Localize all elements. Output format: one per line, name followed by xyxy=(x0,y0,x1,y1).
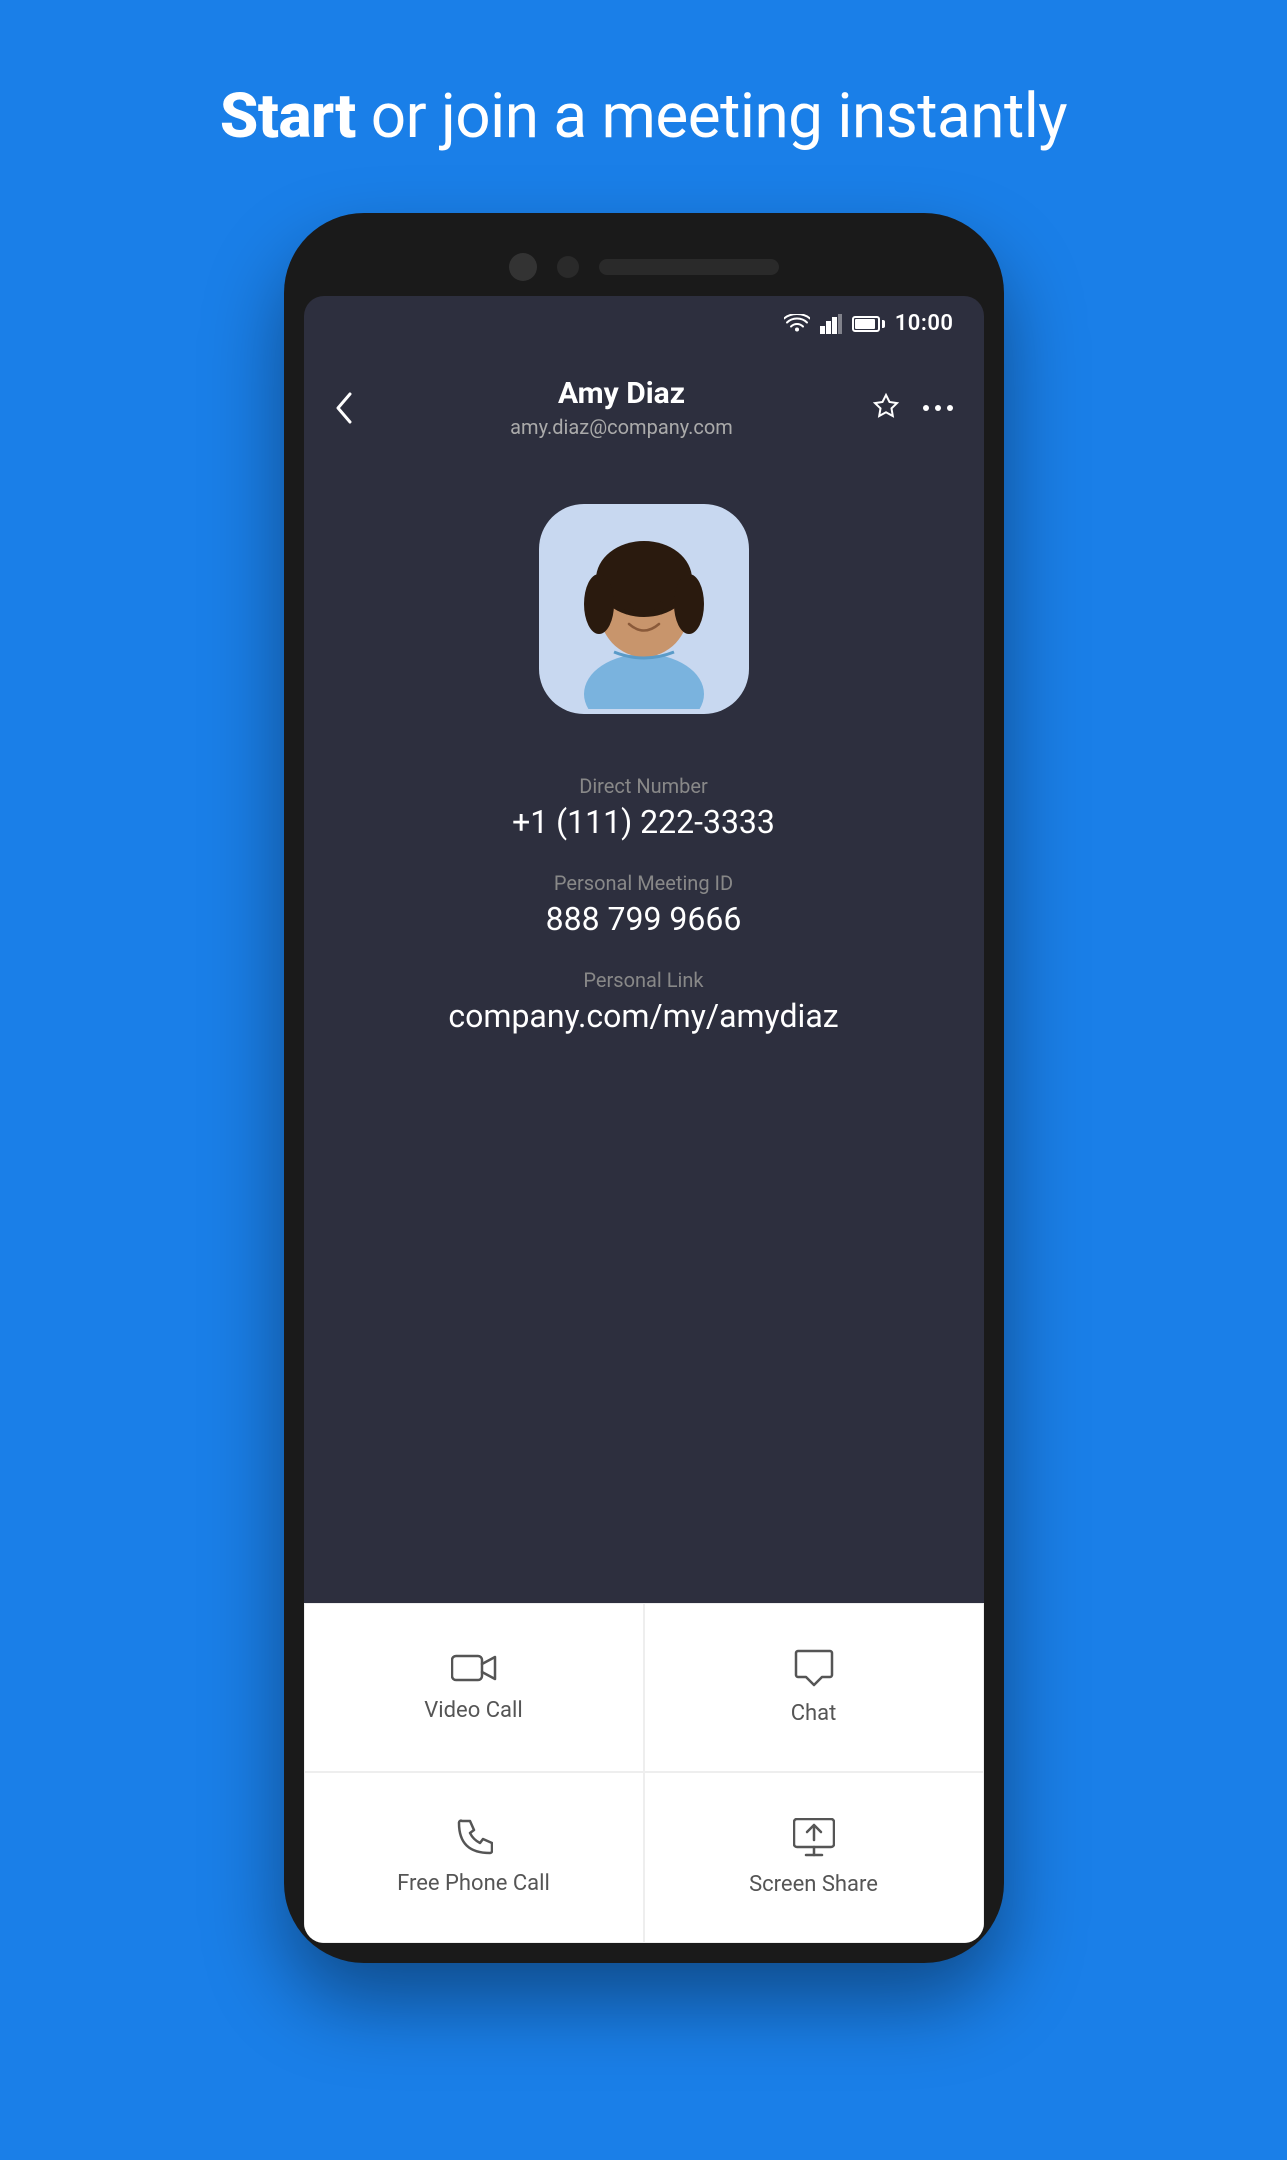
screen-share-label: Screen Share xyxy=(749,1872,878,1897)
status-time: 10:00 xyxy=(895,311,954,336)
phone-call-button[interactable]: Free Phone Call xyxy=(304,1772,644,1943)
direct-number-value: +1 (111) 222-3333 xyxy=(512,803,775,841)
contact-title: Amy Diaz amy.diaz@company.com xyxy=(374,376,870,439)
video-call-label: Video Call xyxy=(424,1698,522,1723)
chat-icon xyxy=(794,1649,834,1687)
meeting-id-label: Personal Meeting ID xyxy=(546,871,742,895)
phone-top-bar xyxy=(304,233,984,296)
phone-screen: 10:00 Amy Diaz amy.diaz@company.com xyxy=(304,296,984,1943)
hero-bold: Start xyxy=(220,80,356,153)
contact-header: Amy Diaz amy.diaz@company.com xyxy=(304,351,984,464)
action-grid: Video Call Chat Free Phone Call xyxy=(304,1603,984,1943)
speaker-bar xyxy=(599,259,779,275)
status-icons: 10:00 xyxy=(784,311,954,336)
camera-dot xyxy=(509,253,537,281)
contact-body: Direct Number +1 (111) 222-3333 Personal… xyxy=(304,464,984,1603)
contact-avatar xyxy=(539,504,749,714)
chat-button[interactable]: Chat xyxy=(644,1603,984,1772)
header-actions xyxy=(870,392,954,424)
video-call-button[interactable]: Video Call xyxy=(304,1603,644,1772)
contact-email: amy.diaz@company.com xyxy=(374,415,870,439)
camera-dot2 xyxy=(557,256,579,278)
back-button[interactable] xyxy=(334,392,374,424)
more-button[interactable] xyxy=(922,403,954,413)
chat-label: Chat xyxy=(791,1701,837,1726)
personal-link-item: Personal Link company.com/my/amydiaz xyxy=(448,968,838,1035)
phone-mockup: 10:00 Amy Diaz amy.diaz@company.com xyxy=(284,213,1004,1963)
direct-number-label: Direct Number xyxy=(512,774,775,798)
contact-name: Amy Diaz xyxy=(374,376,870,411)
screen-share-icon xyxy=(793,1818,835,1858)
phone-call-label: Free Phone Call xyxy=(397,1871,550,1896)
hero-regular: or join a meeting instantly xyxy=(356,80,1067,153)
battery-icon xyxy=(852,316,885,332)
meeting-id-item: Personal Meeting ID 888 799 9666 xyxy=(546,871,742,938)
signal-icon xyxy=(820,314,842,334)
direct-number-item: Direct Number +1 (111) 222-3333 xyxy=(512,774,775,841)
video-call-icon xyxy=(451,1652,497,1684)
personal-link-value: company.com/my/amydiaz xyxy=(448,997,838,1035)
favorite-button[interactable] xyxy=(870,392,902,424)
avatar-image xyxy=(544,509,744,709)
hero-heading: Start or join a meeting instantly xyxy=(220,80,1067,153)
personal-link-label: Personal Link xyxy=(448,968,838,992)
meeting-id-value: 888 799 9666 xyxy=(546,900,742,938)
screen-share-button[interactable]: Screen Share xyxy=(644,1772,984,1943)
wifi-icon xyxy=(784,314,810,334)
status-bar: 10:00 xyxy=(304,296,984,351)
contact-info: Direct Number +1 (111) 222-3333 Personal… xyxy=(324,774,964,1035)
phone-call-icon xyxy=(455,1819,493,1857)
